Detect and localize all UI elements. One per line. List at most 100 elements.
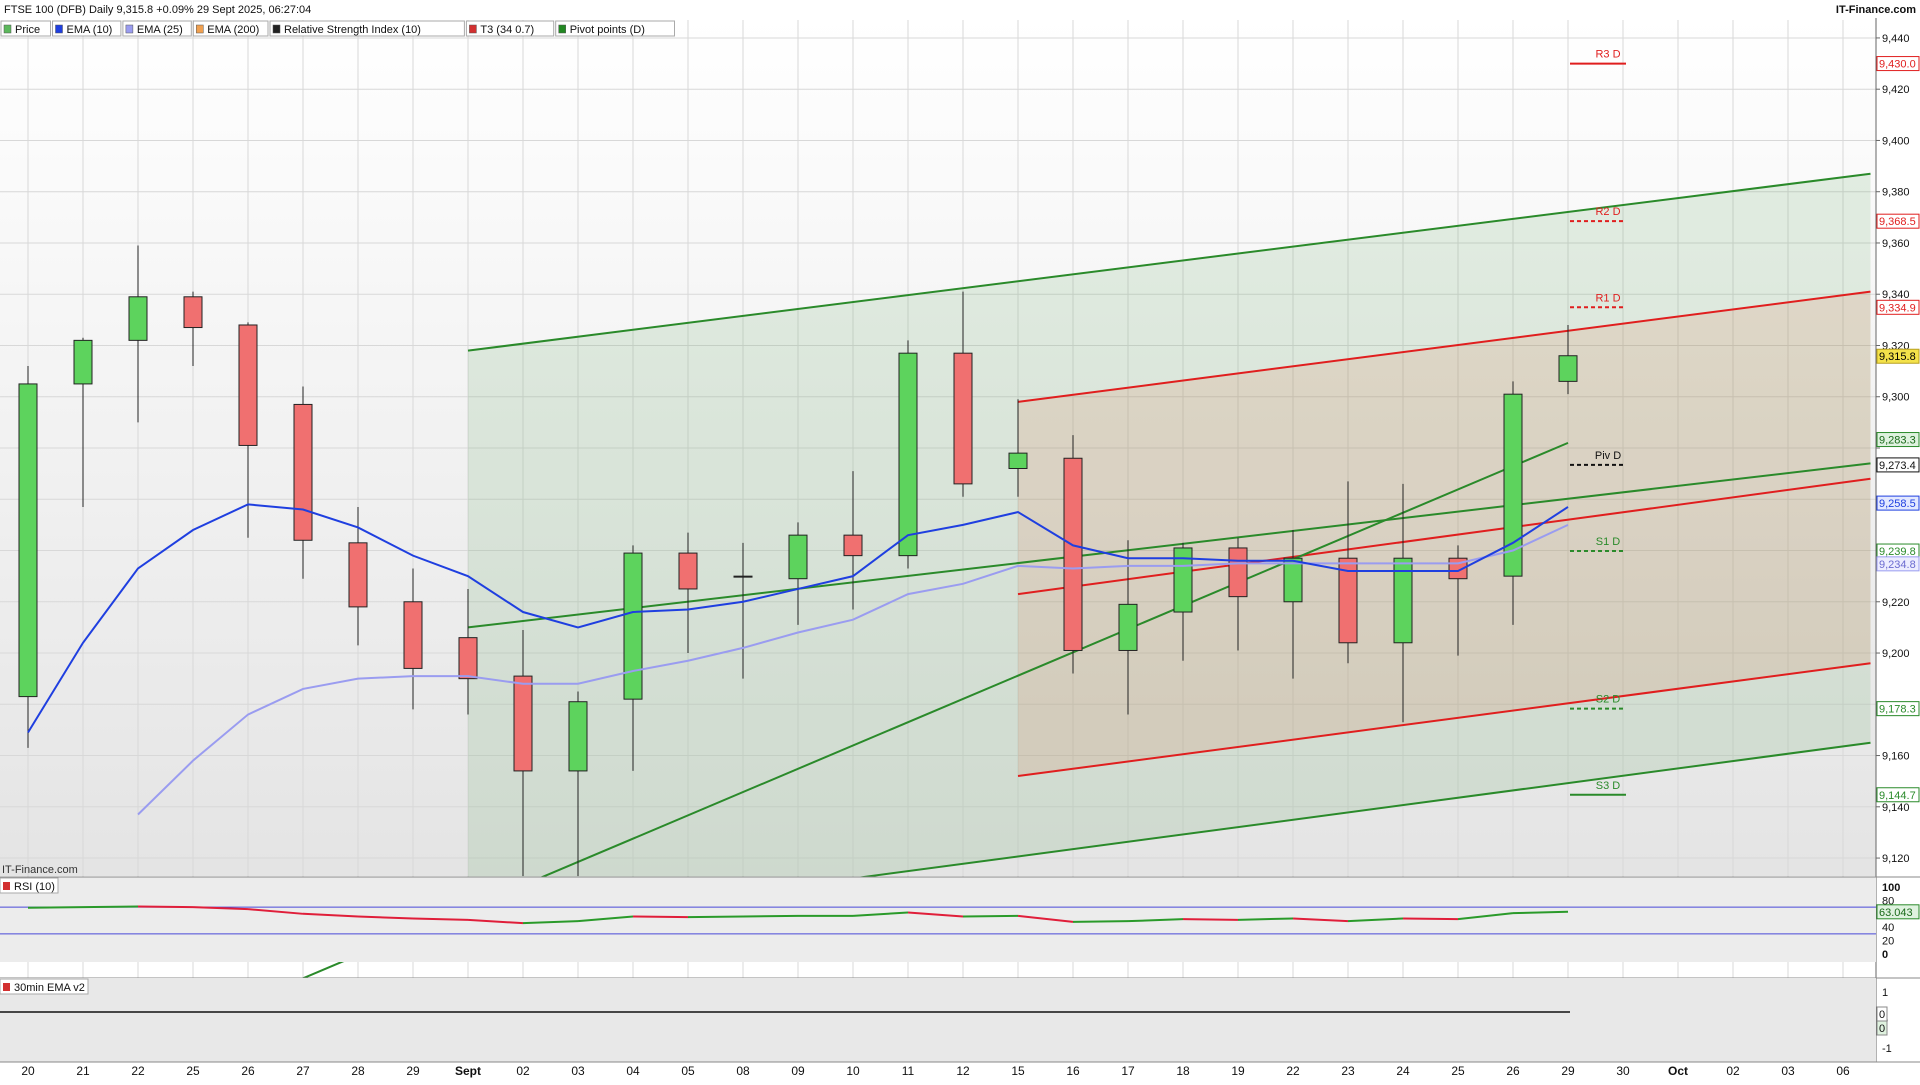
ema30-value-label: 0 — [1879, 1023, 1885, 1035]
pivot-label: R1 D — [1595, 292, 1620, 304]
candle[interactable] — [898, 352, 918, 557]
value-tag-label: 9,334.9 — [1879, 302, 1916, 314]
candle[interactable] — [733, 575, 753, 578]
candle[interactable] — [1008, 452, 1028, 470]
pivot-label: S1 D — [1596, 536, 1621, 548]
candle[interactable] — [18, 383, 38, 698]
ema30-panel: -1010030min EMA v2 — [0, 977, 1920, 1062]
x-tick-label: 02 — [1726, 1064, 1740, 1078]
legend-swatch — [196, 24, 204, 34]
x-tick-label: 30 — [1616, 1064, 1630, 1078]
candle[interactable] — [458, 637, 478, 680]
rsi-tick-label: 100 — [1882, 882, 1900, 894]
rsi-segment — [1237, 917, 1294, 921]
chart-window[interactable]: R3 D R2 D R1 D Piv D S1 D S2 D S3 D 9,120 9,140… — [0, 0, 1920, 1080]
pivot-label: S3 D — [1596, 780, 1621, 792]
candle[interactable] — [1063, 457, 1083, 651]
x-tick-label: 15 — [1011, 1064, 1025, 1078]
x-tick-label: 21 — [76, 1064, 90, 1078]
candle[interactable] — [238, 324, 258, 446]
ema30-bg — [0, 978, 1876, 1062]
x-tick-label: 05 — [681, 1064, 695, 1078]
y-tick-label: 9,220 — [1882, 597, 1910, 609]
y-tick-label: 9,200 — [1882, 648, 1910, 660]
candle[interactable] — [678, 552, 698, 590]
rsi-panel: 02040608010063.043RSI (10) — [0, 876, 1920, 962]
rsi-value-label: 63.043 — [1879, 907, 1913, 919]
x-tick-label: 22 — [1286, 1064, 1300, 1078]
ema30-tick-label: 1 — [1882, 987, 1888, 999]
legend-swatch — [125, 24, 134, 34]
y-tick-label: 9,400 — [1882, 135, 1910, 147]
x-tick-label: 10 — [846, 1064, 860, 1078]
x-tick-label: 11 — [902, 1064, 915, 1078]
candle[interactable] — [293, 403, 313, 541]
candle[interactable] — [403, 601, 423, 669]
candle[interactable] — [1228, 547, 1248, 598]
y-tick-label: 9,380 — [1882, 187, 1910, 199]
price-chart[interactable]: R3 D R2 D R1 D Piv D S1 D S2 D S3 D 9,120 9,140… — [0, 0, 1920, 1080]
candle[interactable] — [953, 352, 973, 485]
chart-title: FTSE 100 (DFB) Daily 9,315.8 +0.09% 29 S… — [4, 4, 311, 16]
candle[interactable] — [1118, 603, 1138, 651]
x-tick-label: 25 — [186, 1064, 200, 1078]
x-tick-label: 02 — [516, 1064, 530, 1078]
y-tick-label: 9,300 — [1882, 392, 1910, 404]
rsi-segment — [687, 915, 744, 919]
x-axis: 20 21 22 25 26 27 28 29 Sept 02 03 04 05 08 09 10 11 12 15… — [0, 1061, 1920, 1080]
x-tick-label: 04 — [626, 1064, 640, 1078]
candle[interactable] — [348, 542, 368, 608]
candle[interactable] — [183, 296, 203, 329]
candle[interactable] — [1558, 355, 1578, 382]
y-tick-label: 9,360 — [1882, 238, 1910, 250]
legend-item[interactable]: Pivot points (D) — [555, 20, 676, 37]
candle[interactable] — [128, 296, 148, 341]
legend-item[interactable]: T3 (34 0.7) — [465, 20, 555, 37]
y-tick-label: 9,140 — [1882, 802, 1910, 814]
pivot-label: R2 D — [1595, 206, 1620, 218]
legend-item[interactable]: EMA (25) — [122, 20, 192, 37]
candle[interactable] — [788, 534, 808, 580]
x-tick-label: 23 — [1341, 1064, 1355, 1078]
candle[interactable] — [1503, 393, 1523, 577]
rsi-tick-label: 0 — [1882, 949, 1888, 961]
ema30-tick-label: -1 — [1882, 1043, 1892, 1055]
legend-item[interactable]: Price — [0, 20, 51, 37]
legend-swatch — [272, 24, 281, 34]
ema30-label: 30min EMA v2 — [14, 982, 85, 994]
candle[interactable] — [623, 552, 643, 700]
candle[interactable] — [513, 675, 533, 772]
value-tag-label: 9,258.5 — [1879, 498, 1916, 510]
legend-item[interactable]: EMA (10) — [52, 20, 122, 37]
legend-swatch — [3, 24, 12, 34]
legend-label: Pivot points (D) — [570, 24, 645, 36]
x-tick-label: Sept — [455, 1064, 481, 1078]
x-tick-label: 25 — [1451, 1064, 1465, 1078]
legend-label: EMA (200) — [207, 24, 259, 36]
x-tick-label: 19 — [1231, 1064, 1245, 1078]
candle[interactable] — [1283, 557, 1303, 603]
candle[interactable] — [568, 701, 588, 772]
rsi-segment — [962, 914, 1019, 918]
candle[interactable] — [73, 339, 93, 385]
candle[interactable] — [843, 534, 863, 557]
legend-item[interactable]: Relative Strength Index (10) — [269, 20, 465, 37]
ema30-legend-swatch — [3, 983, 10, 991]
value-tag-label: 9,273.4 — [1879, 460, 1916, 472]
brand-label[interactable]: IT-Finance.com — [1836, 4, 1916, 16]
x-tick-label: Oct — [1668, 1064, 1688, 1078]
x-tick-label: 29 — [1561, 1064, 1575, 1078]
legend-label: T3 (34 0.7) — [480, 24, 534, 36]
x-tick-label: 28 — [351, 1064, 365, 1078]
rsi-tick-label: 40 — [1882, 922, 1894, 934]
rsi-segment — [1512, 910, 1569, 915]
value-tag-label: 9,239.8 — [1879, 546, 1916, 558]
pivot-label: R3 D — [1595, 49, 1620, 61]
legend-item[interactable]: EMA (200) — [192, 20, 269, 37]
x-tick-label: 22 — [131, 1064, 145, 1078]
x-tick-label: 20 — [21, 1064, 35, 1078]
watermark: IT-Finance.com — [2, 864, 78, 876]
rsi-segment — [412, 917, 469, 921]
y-tick-label: 9,120 — [1882, 853, 1910, 865]
legend[interactable]: Price EMA (10) EMA (25) EMA (200) Relative S… — [0, 20, 676, 37]
